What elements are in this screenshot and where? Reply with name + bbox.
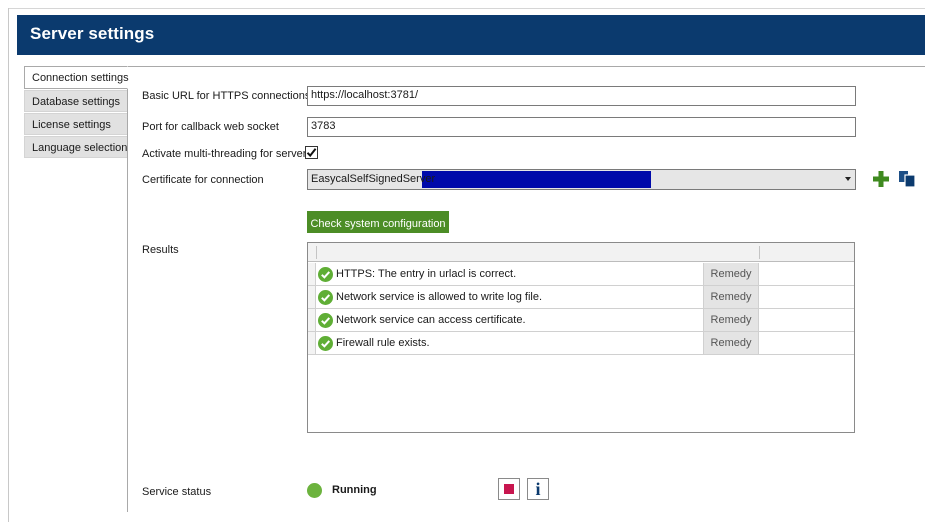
result-text: Network service can access certificate. <box>336 314 526 326</box>
result-text: Network service is allowed to write log … <box>336 291 543 303</box>
result-text: Firewall rule exists. <box>336 337 430 349</box>
tab-license-settings[interactable]: License settings <box>24 113 128 135</box>
check-circle-icon <box>318 313 333 328</box>
certificate-select[interactable]: EasycalSelfSignedServer <box>307 169 856 190</box>
row-selector[interactable] <box>308 286 316 308</box>
check-system-configuration-button[interactable]: Check system configuration <box>307 211 449 233</box>
service-status-label: Service status <box>142 486 212 498</box>
multithreading-label: Activate multi-threading for server <box>142 148 307 160</box>
panel-border-left <box>127 66 128 512</box>
tab-connection-settings[interactable]: Connection settings <box>24 66 129 89</box>
results-table: HTTPS: The entry in urlacl is correct. R… <box>307 242 855 433</box>
settings-tab-strip: Connection settings Database settings Li… <box>24 66 129 159</box>
check-circle-icon <box>318 336 333 351</box>
header-divider <box>759 246 760 259</box>
row-selector[interactable] <box>308 309 316 331</box>
port-input[interactable]: 3783 <box>307 117 856 137</box>
certificate-label: Certificate for connection <box>142 174 264 186</box>
remedy-button[interactable]: Remedy <box>703 309 759 331</box>
result-text: HTTPS: The entry in urlacl is correct. <box>336 268 517 280</box>
remedy-button[interactable]: Remedy <box>703 263 759 285</box>
plus-icon <box>873 171 889 187</box>
tab-language-selection[interactable]: Language selection <box>24 136 128 158</box>
stop-icon <box>504 484 514 494</box>
stop-service-button[interactable] <box>498 478 520 500</box>
remedy-button[interactable]: Remedy <box>703 286 759 308</box>
info-icon: i <box>535 479 541 499</box>
results-label: Results <box>142 244 179 256</box>
service-status-value: Running <box>332 484 377 496</box>
port-label: Port for callback web socket <box>142 121 279 133</box>
page-title: Server settings <box>30 24 155 43</box>
row-selector[interactable] <box>308 332 316 354</box>
https-url-label: Basic URL for HTTPS connections <box>142 90 311 102</box>
copy-certificate-button[interactable] <box>897 169 917 189</box>
add-certificate-button[interactable] <box>871 169 891 189</box>
check-circle-icon <box>318 267 333 282</box>
checkmark-icon <box>306 148 317 158</box>
table-row[interactable]: Network service can access certificate. … <box>308 309 854 332</box>
check-circle-icon <box>318 290 333 305</box>
window-frame-left <box>8 8 9 522</box>
copy-icon <box>899 171 916 188</box>
multithreading-checkbox[interactable] <box>305 146 318 159</box>
table-row[interactable]: Network service is allowed to write log … <box>308 286 854 309</box>
header-bar: Server settings <box>17 15 925 55</box>
https-url-input[interactable]: https://localhost:3781/ <box>307 86 856 106</box>
status-indicator-icon <box>307 483 322 498</box>
chevron-down-icon[interactable] <box>845 177 851 181</box>
certificate-select-value: EasycalSelfSignedServer <box>311 173 436 185</box>
row-selector[interactable] <box>308 263 316 285</box>
header-divider <box>316 246 317 259</box>
table-row[interactable]: HTTPS: The entry in urlacl is correct. R… <box>308 263 854 286</box>
tab-database-settings[interactable]: Database settings <box>24 90 128 112</box>
panel-border-top <box>127 66 925 67</box>
table-row[interactable]: Firewall rule exists. Remedy <box>308 332 854 355</box>
info-button[interactable]: i <box>527 478 549 500</box>
certificate-selection-highlight <box>422 171 651 188</box>
remedy-button[interactable]: Remedy <box>703 332 759 354</box>
window-frame-top <box>8 8 925 9</box>
results-table-header <box>308 243 854 262</box>
